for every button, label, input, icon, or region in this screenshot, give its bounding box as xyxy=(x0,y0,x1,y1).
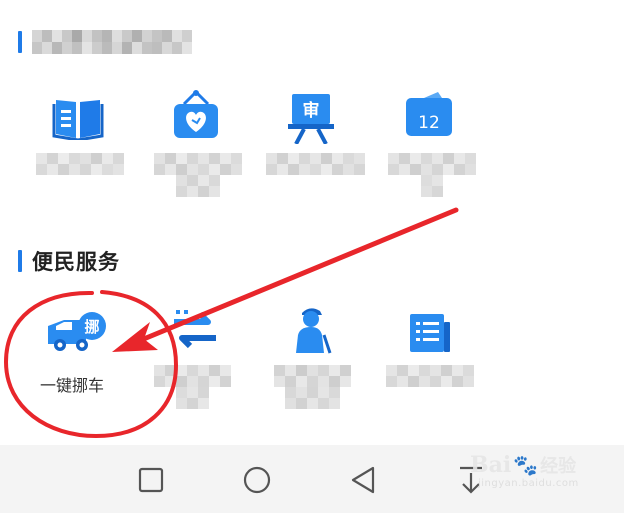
home-button[interactable] xyxy=(243,466,271,498)
baidu-watermark: Bai 🐾 经验 jingyan.baidu.com xyxy=(470,452,579,489)
watermark-accent-text: 经验 xyxy=(540,456,577,477)
recent-apps-button[interactable] xyxy=(138,467,164,497)
blurred-section-title xyxy=(32,30,192,54)
section-title-top xyxy=(18,30,192,54)
elderly-person-icon[interactable] xyxy=(290,305,332,359)
truck-move-icon[interactable]: 挪 xyxy=(46,312,110,356)
blurred-label xyxy=(154,153,242,197)
blurred-label xyxy=(36,153,124,175)
section-accent-bar xyxy=(18,250,22,272)
watermark-main-text: Bai xyxy=(470,452,512,478)
one-key-move-car-label[interactable]: 一键挪车 xyxy=(40,372,104,396)
heart-sign-icon[interactable] xyxy=(170,90,222,146)
blurred-label xyxy=(266,153,365,175)
calendar-icon[interactable]: 12 xyxy=(404,92,454,142)
blurred-label xyxy=(386,365,474,387)
review-board-icon[interactable]: 审 xyxy=(288,92,334,148)
svg-text:审: 审 xyxy=(303,100,320,121)
newspaper-icon[interactable] xyxy=(408,312,452,358)
section-title-text: 便民服务 xyxy=(32,250,120,274)
paw-icon: 🐾 xyxy=(513,453,539,477)
book-icon[interactable] xyxy=(52,94,104,144)
blurred-label xyxy=(154,365,231,409)
back-button[interactable] xyxy=(350,466,376,498)
square-icon xyxy=(138,467,164,493)
blurred-label xyxy=(388,153,476,197)
svg-text:挪: 挪 xyxy=(84,318,99,336)
triangle-back-icon xyxy=(351,466,375,494)
blurred-label xyxy=(274,365,351,409)
watermark-url: jingyan.baidu.com xyxy=(478,478,579,489)
section-title-convenience: 便民服务 xyxy=(18,246,120,276)
section-accent-bar xyxy=(18,31,22,53)
transfer-arrows-icon[interactable] xyxy=(170,308,220,358)
svg-text:12: 12 xyxy=(418,113,440,133)
circle-icon xyxy=(243,466,271,494)
